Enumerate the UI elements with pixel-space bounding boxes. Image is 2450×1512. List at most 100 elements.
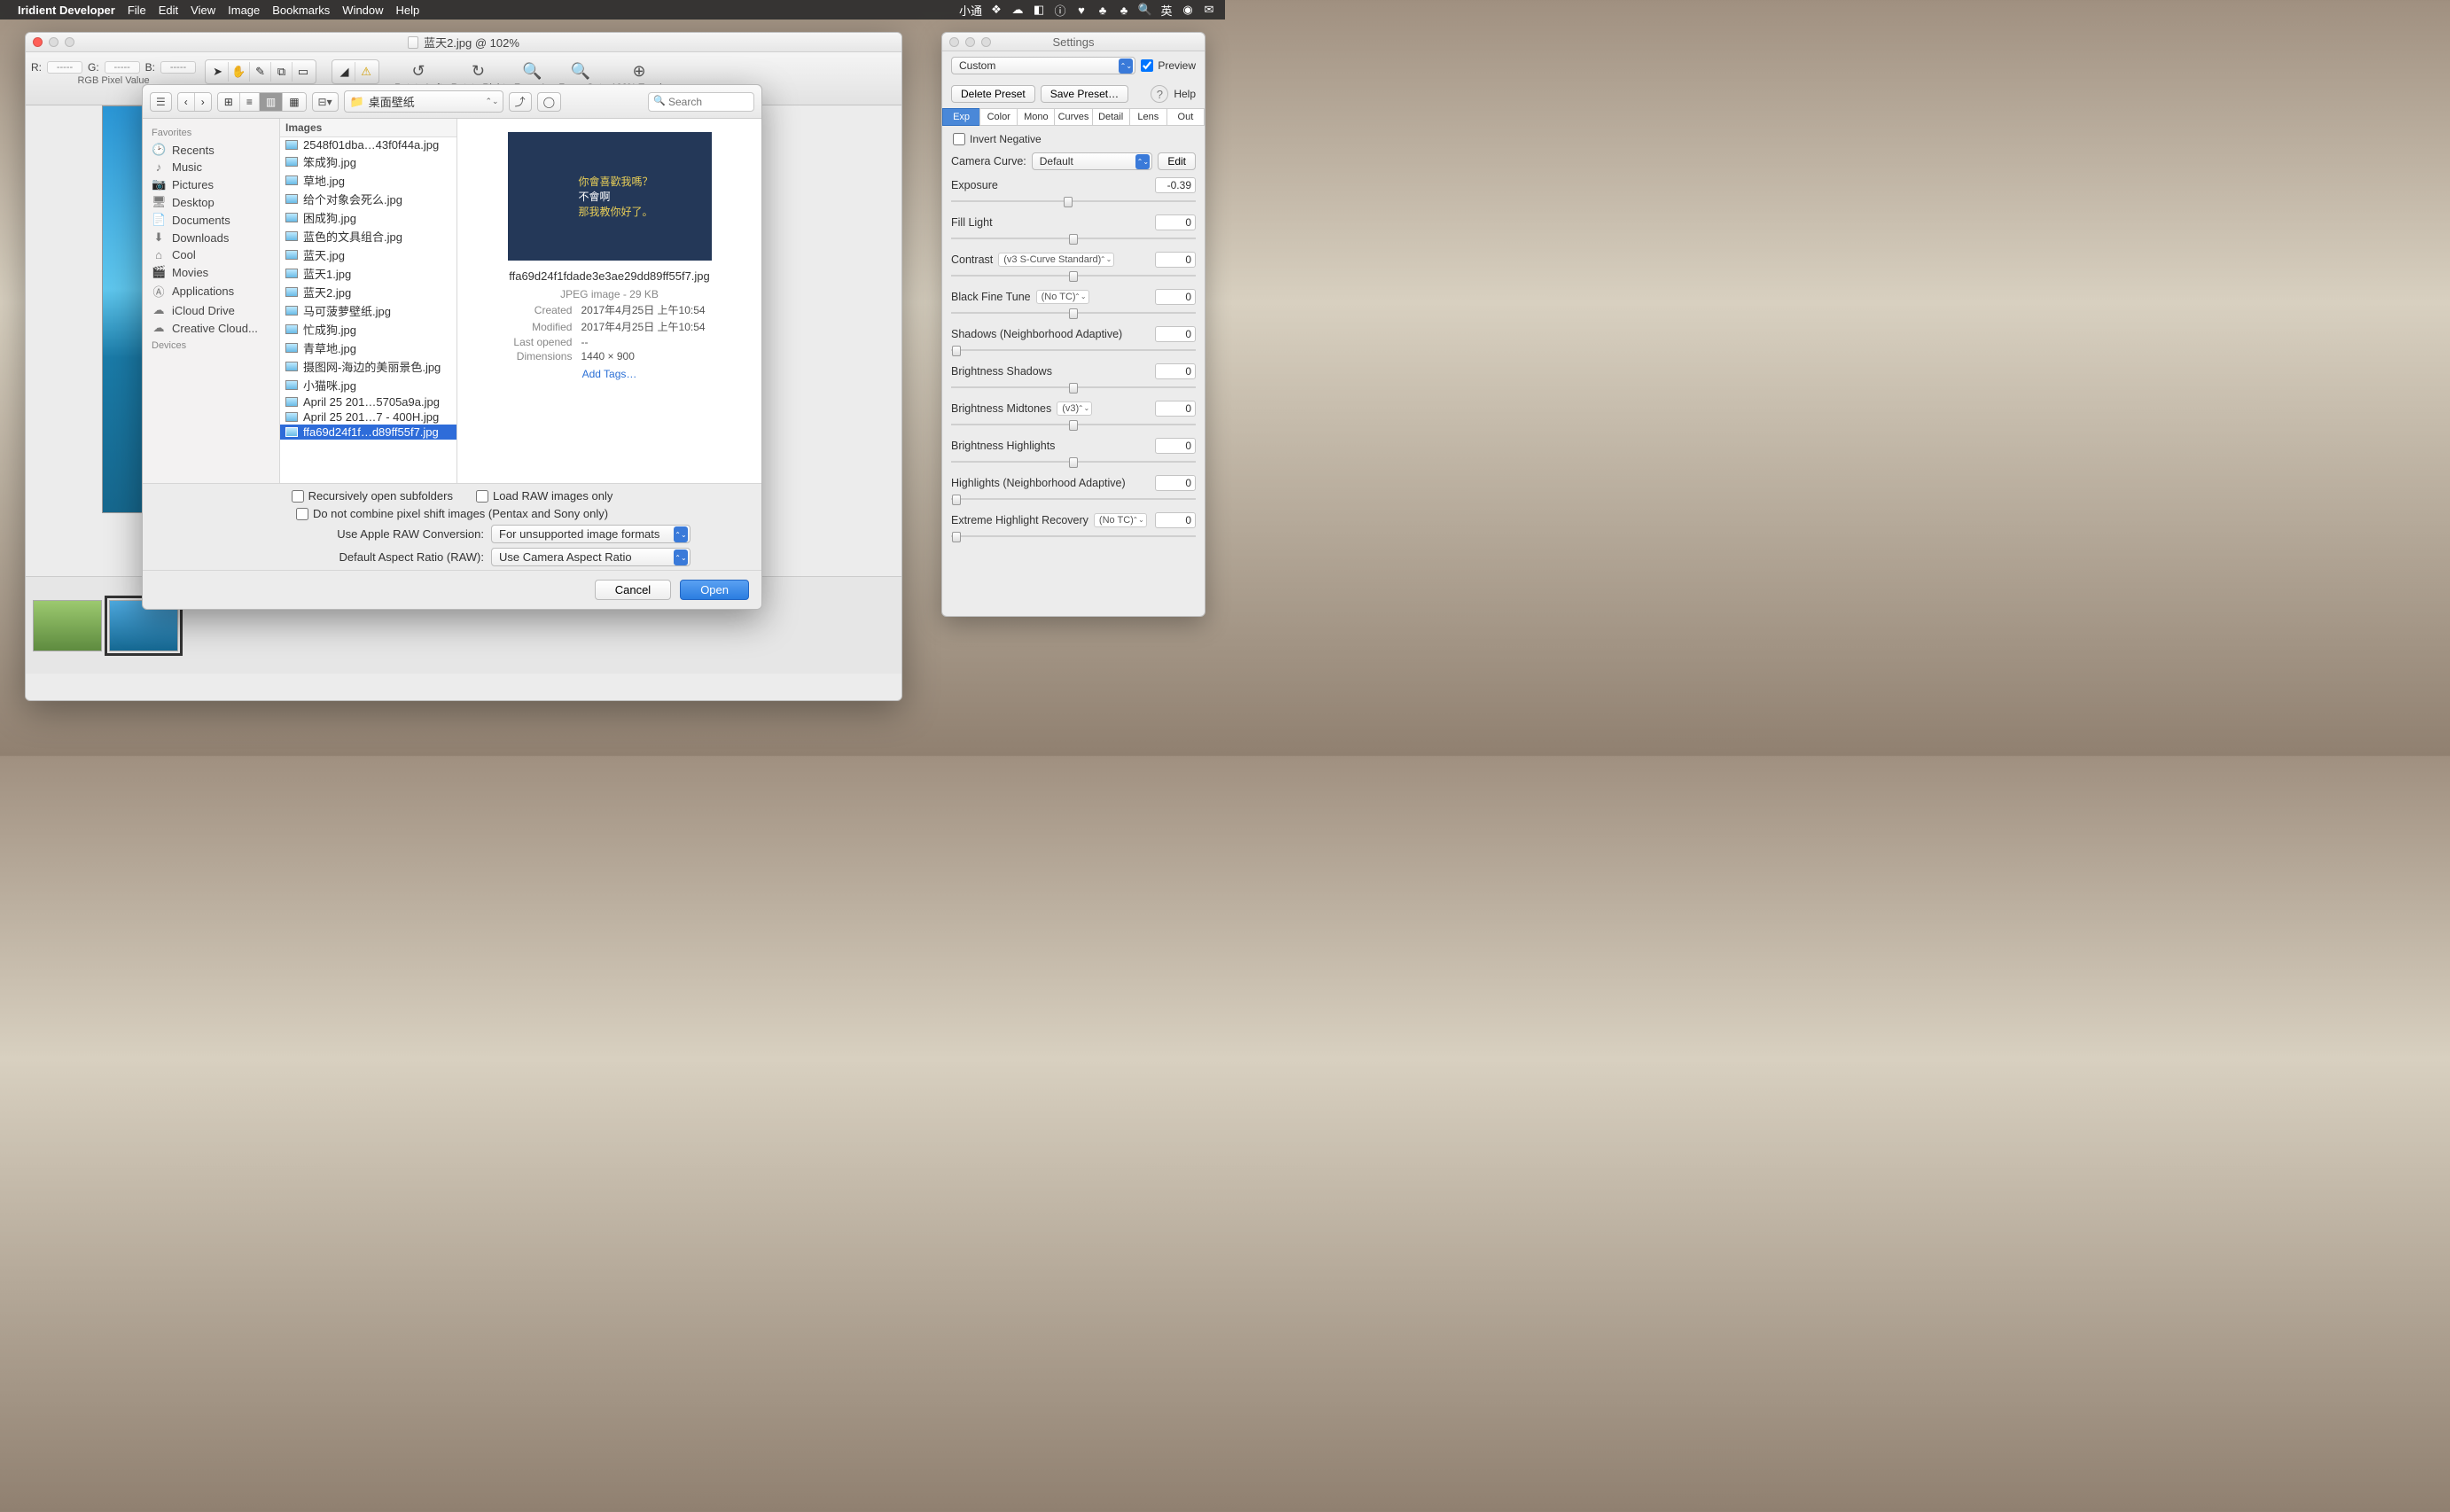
clip-warnings-segment[interactable]: ◢ ⚠ bbox=[332, 59, 379, 84]
control-value[interactable]: 0 bbox=[1155, 326, 1196, 342]
menu-window[interactable]: Window bbox=[342, 4, 383, 17]
camera-curve-select[interactable]: Default⌃⌄ bbox=[1032, 152, 1153, 170]
sidebar-item-pictures[interactable]: 📷Pictures bbox=[143, 175, 279, 193]
slider-thumb[interactable] bbox=[1064, 197, 1073, 207]
control-slider[interactable] bbox=[951, 493, 1196, 505]
raw-only-checkbox[interactable]: Load RAW images only bbox=[476, 489, 612, 503]
help-label[interactable]: Help bbox=[1174, 88, 1196, 100]
slider-thumb[interactable] bbox=[952, 495, 961, 505]
hand-tool-icon[interactable]: ✋ bbox=[229, 62, 250, 82]
search-field[interactable] bbox=[648, 92, 754, 112]
file-item[interactable]: 小猫咪.jpg bbox=[280, 376, 456, 394]
sidebar-item-downloads[interactable]: ⬇Downloads bbox=[143, 229, 279, 246]
tab-color[interactable]: Color bbox=[979, 108, 1017, 126]
slider-thumb[interactable] bbox=[1069, 308, 1078, 319]
slider-thumb[interactable] bbox=[952, 532, 961, 542]
meter-tool-icon[interactable]: ▭ bbox=[293, 62, 314, 82]
control-mode-select[interactable]: (No TC)⌃⌄ bbox=[1036, 290, 1089, 304]
control-slider[interactable] bbox=[951, 456, 1196, 468]
file-item[interactable]: 忙成狗.jpg bbox=[280, 320, 456, 339]
info-icon[interactable]: ⓘ bbox=[1053, 3, 1067, 17]
sidebar-item-creative-cloud-[interactable]: ☁Creative Cloud... bbox=[143, 319, 279, 337]
file-item[interactable]: 摄图网-海边的美丽景色.jpg bbox=[280, 357, 456, 376]
file-item[interactable]: 笨成狗.jpg bbox=[280, 152, 456, 171]
control-value[interactable]: 0 bbox=[1155, 214, 1196, 230]
file-item[interactable]: 蓝天.jpg bbox=[280, 246, 456, 264]
menu-help[interactable]: Help bbox=[396, 4, 420, 17]
control-slider[interactable] bbox=[951, 307, 1196, 319]
icon-view-icon[interactable]: ⊞ bbox=[218, 93, 240, 111]
notif-icon[interactable]: ♣ bbox=[1117, 3, 1131, 17]
file-item[interactable]: 蓝色的文具组合.jpg bbox=[280, 227, 456, 246]
control-slider[interactable] bbox=[951, 381, 1196, 394]
forward-icon[interactable]: › bbox=[195, 93, 211, 111]
settings-tabs[interactable]: ExpColorMonoCurvesDetailLensOut bbox=[942, 108, 1205, 126]
folder-dropdown[interactable]: 📁 桌面壁纸 ⌃⌄ bbox=[344, 90, 503, 113]
no-combine-checkbox[interactable]: Do not combine pixel shift images (Penta… bbox=[296, 507, 608, 520]
tags-button[interactable]: ◯ bbox=[537, 92, 561, 112]
list-column-header[interactable]: Images bbox=[280, 119, 456, 137]
nav-back-forward[interactable]: ‹› bbox=[177, 92, 212, 112]
slider-thumb[interactable] bbox=[1069, 457, 1078, 468]
sidebar-item-recents[interactable]: 🕑Recents bbox=[143, 141, 279, 159]
control-value[interactable]: -0.39 bbox=[1155, 177, 1196, 193]
ime-icon[interactable]: 英 bbox=[1159, 3, 1174, 17]
file-item[interactable]: 给个对象会死么.jpg bbox=[280, 190, 456, 208]
box-icon[interactable]: ◧ bbox=[1032, 3, 1046, 17]
cancel-button[interactable]: Cancel bbox=[595, 580, 671, 600]
tab-lens[interactable]: Lens bbox=[1129, 108, 1166, 126]
edit-curve-button[interactable]: Edit bbox=[1158, 152, 1196, 170]
search-input[interactable] bbox=[648, 92, 754, 112]
sidebar-item-icloud-drive[interactable]: ☁iCloud Drive bbox=[143, 301, 279, 319]
file-item[interactable]: 困成狗.jpg bbox=[280, 208, 456, 227]
control-value[interactable]: 0 bbox=[1155, 363, 1196, 379]
sidebar-item-applications[interactable]: ⒶApplications bbox=[143, 281, 279, 301]
gallery-view-icon[interactable]: ▦ bbox=[283, 93, 305, 111]
cloud-icon[interactable]: ☁ bbox=[1010, 3, 1025, 17]
v-icon[interactable]: ♥ bbox=[1074, 3, 1088, 17]
tab-mono[interactable]: Mono bbox=[1017, 108, 1054, 126]
control-slider[interactable] bbox=[951, 418, 1196, 431]
file-item[interactable]: April 25 201…5705a9a.jpg bbox=[280, 394, 456, 409]
control-slider[interactable] bbox=[951, 195, 1196, 207]
control-slider[interactable] bbox=[951, 232, 1196, 245]
bell-icon[interactable]: ♣ bbox=[1096, 3, 1110, 17]
control-value[interactable]: 0 bbox=[1155, 512, 1196, 528]
crop-tool-icon[interactable]: ⧉ bbox=[271, 62, 293, 82]
sidebar-item-desktop[interactable]: 🖥Desktop bbox=[143, 193, 279, 211]
file-item[interactable]: ffa69d24f1f…d89ff55f7.jpg bbox=[280, 425, 456, 440]
add-tags-link[interactable]: Add Tags… bbox=[582, 368, 637, 380]
file-item[interactable]: 青草地.jpg bbox=[280, 339, 456, 357]
sidebar-item-movies[interactable]: 🎬Movies bbox=[143, 263, 279, 281]
file-item[interactable]: April 25 201…7 - 400H.jpg bbox=[280, 409, 456, 425]
file-item[interactable]: 马可菠萝壁纸.jpg bbox=[280, 301, 456, 320]
search-icon[interactable]: 🔍 bbox=[1138, 3, 1152, 17]
preview-checkbox[interactable]: Preview bbox=[1141, 59, 1196, 72]
menu-bookmarks[interactable]: Bookmarks bbox=[272, 4, 330, 17]
slider-thumb[interactable] bbox=[1069, 271, 1078, 282]
clip-shadow-icon[interactable]: ◢ bbox=[334, 62, 355, 82]
wechat-icon[interactable]: ✉ bbox=[1202, 3, 1216, 17]
clip-highlight-icon[interactable]: ⚠ bbox=[355, 62, 377, 82]
delete-preset-button[interactable]: Delete Preset bbox=[951, 85, 1035, 103]
back-icon[interactable]: ‹ bbox=[178, 93, 195, 111]
file-item[interactable]: 2548f01dba…43f0f44a.jpg bbox=[280, 137, 456, 152]
file-list[interactable]: Images 2548f01dba…43f0f44a.jpg笨成狗.jpg草地.… bbox=[280, 119, 457, 483]
menu-view[interactable]: View bbox=[191, 4, 215, 17]
thumbnail-1[interactable] bbox=[33, 600, 102, 651]
evernote-icon[interactable]: ❖ bbox=[989, 3, 1003, 17]
control-mode-select[interactable]: (No TC)⌃⌄ bbox=[1094, 513, 1147, 527]
save-preset-button[interactable]: Save Preset… bbox=[1041, 85, 1128, 103]
file-item[interactable]: 蓝天1.jpg bbox=[280, 264, 456, 283]
control-value[interactable]: 0 bbox=[1155, 401, 1196, 417]
help-icon[interactable]: ? bbox=[1151, 85, 1168, 103]
eyedropper-tool-icon[interactable]: ✎ bbox=[250, 62, 271, 82]
siri-icon[interactable]: ◉ bbox=[1181, 3, 1195, 17]
tab-exp[interactable]: Exp bbox=[942, 108, 979, 126]
share-button[interactable]: ⤴ bbox=[509, 92, 532, 112]
slider-thumb[interactable] bbox=[952, 346, 961, 356]
slider-thumb[interactable] bbox=[1069, 383, 1078, 394]
apple-raw-select[interactable]: For unsupported image formats⌃⌄ bbox=[491, 525, 691, 543]
control-value[interactable]: 0 bbox=[1155, 289, 1196, 305]
column-view-icon[interactable]: ▥ bbox=[260, 93, 283, 111]
